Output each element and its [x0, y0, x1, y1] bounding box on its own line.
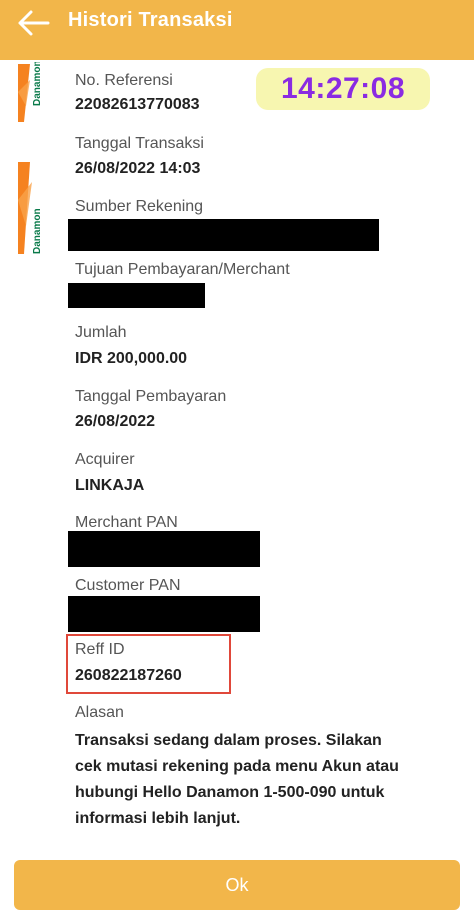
acquirer-label: Acquirer — [75, 451, 135, 468]
jumlah-label: Jumlah — [75, 324, 127, 341]
app-header: Histori Transaksi — [0, 0, 474, 60]
time-badge: 14:27:08 — [256, 68, 430, 110]
tanggal-pembayaran-value: 26/08/2022 — [75, 413, 156, 430]
jumlah-value: IDR 200,000.00 — [75, 350, 188, 367]
tanggal-transaksi-label: Tanggal Transaksi — [75, 135, 204, 152]
page-title: Histori Transaksi — [68, 9, 233, 31]
redacted-sumber-rekening — [68, 219, 379, 251]
sumber-rekening-label: Sumber Rekening — [75, 198, 204, 215]
danamon-logo: Danamon — [16, 160, 46, 256]
redacted-tujuan-pembayaran — [68, 283, 205, 308]
danamon-logo: Danamon — [16, 60, 46, 124]
tanggal-transaksi-value: 26/08/2022 14:03 — [75, 160, 201, 177]
svg-text:Danamon: Danamon — [32, 208, 43, 254]
no-referensi-value: 22082613770083 — [75, 96, 200, 113]
redacted-customer-pan — [68, 596, 260, 632]
reff-id-value: 260822187260 — [75, 667, 182, 684]
back-arrow-icon[interactable] — [16, 8, 52, 38]
tujuan-pembayaran-label: Tujuan Pembayaran/Merchant — [75, 261, 290, 278]
alasan-label: Alasan — [75, 704, 124, 721]
ok-button[interactable]: Ok — [14, 860, 460, 910]
svg-text:Danamon: Danamon — [32, 62, 43, 106]
acquirer-value: LINKAJA — [75, 477, 145, 494]
redacted-merchant-pan — [68, 531, 260, 567]
no-referensi-label: No. Referensi — [75, 72, 173, 89]
merchant-pan-label: Merchant PAN — [75, 514, 178, 531]
reff-id-label: Reff ID — [75, 641, 125, 658]
customer-pan-label: Customer PAN — [75, 577, 181, 594]
alasan-text: Transaksi sedang dalam proses. Silakan c… — [75, 732, 399, 827]
tanggal-pembayaran-label: Tanggal Pembayaran — [75, 388, 227, 405]
